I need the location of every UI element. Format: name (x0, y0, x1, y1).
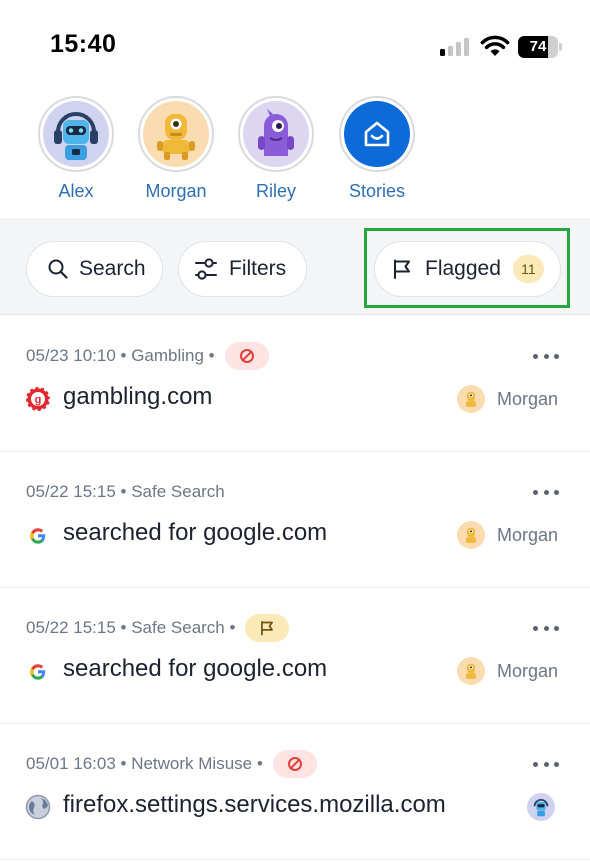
activity-meta: 05/22 15:15 • Safe Search (26, 478, 225, 506)
activity-title: searched for google.com (63, 655, 328, 682)
yellow-one-eyed-robot-avatar (457, 385, 485, 413)
flagged-highlight-box (364, 228, 570, 308)
flagged-badge (245, 614, 290, 642)
activity-user: Morgan (457, 657, 558, 685)
house-smile-icon (344, 101, 410, 167)
yellow-one-eyed-robot-avatar (457, 657, 485, 685)
more-options-icon[interactable] (528, 480, 564, 504)
gambling-chip-icon: g (25, 386, 51, 412)
activity-meta-text: 05/23 10:10 • Gambling • (26, 346, 215, 365)
activity-user-name: Morgan (497, 524, 559, 545)
filters-button[interactable]: Filters (178, 241, 307, 297)
blue-robot-headphones-avatar (527, 793, 555, 821)
battery-percent: 74 (529, 38, 547, 55)
sliders-icon (195, 258, 217, 280)
activity-title: searched for google.com (63, 519, 328, 546)
activity-user-name: Morgan (497, 660, 559, 681)
wifi-icon (480, 35, 510, 56)
profile-name: Alex (58, 181, 94, 201)
profile-row: Alex Morgan Riley Stories (0, 92, 590, 218)
cellular-signal-icon (440, 38, 474, 56)
more-options-icon[interactable] (528, 752, 564, 776)
globe-icon (25, 794, 51, 820)
purple-monster-avatar (243, 101, 309, 167)
yellow-one-eyed-robot-avatar (457, 521, 485, 549)
activity-title: gambling.com (63, 383, 213, 410)
activity-user: Morgan (457, 385, 558, 413)
search-button[interactable]: Search (26, 241, 163, 297)
profile-riley[interactable]: Riley (231, 96, 321, 202)
activity-meta: 05/22 15:15 • Safe Search • (26, 614, 290, 642)
profile-alex[interactable]: Alex (31, 96, 121, 202)
activity-meta-text: 05/22 15:15 • Safe Search • (26, 618, 236, 637)
activity-meta: 05/23 10:10 • Gambling • (26, 342, 269, 370)
profile-name: Morgan (145, 181, 207, 201)
search-icon (48, 259, 68, 279)
more-options-icon[interactable] (528, 344, 564, 368)
activity-meta-text: 05/22 15:15 • Safe Search (26, 482, 225, 501)
profile-name: Stories (348, 181, 406, 201)
profile-morgan[interactable]: Morgan (131, 96, 221, 202)
status-bar: 15:40 74 (0, 0, 590, 92)
activity-user: Morgan (457, 521, 558, 549)
activity-meta: 05/01 16:03 • Network Misuse • (26, 750, 317, 778)
profile-stories[interactable]: Stories (332, 96, 422, 202)
activity-user-name: Morgan (497, 388, 559, 409)
yellow-one-eyed-robot-avatar (143, 101, 209, 167)
activity-item[interactable]: 05/23 10:10 • Gambling • g gambling.com … (0, 316, 590, 452)
activity-item[interactable]: 05/22 15:15 • Safe Search searched for g… (0, 452, 590, 588)
search-label: Search (79, 257, 146, 280)
blocked-badge (224, 342, 269, 370)
filters-label: Filters (229, 257, 287, 280)
activity-item[interactable]: 05/22 15:15 • Safe Search • searched for… (0, 588, 590, 724)
action-bar: Search Filters Flagged 11 (0, 219, 590, 315)
profile-name: Riley (255, 181, 296, 201)
google-icon (30, 528, 46, 544)
flag-icon (261, 620, 274, 636)
google-icon (30, 664, 46, 680)
blocked-badge (272, 750, 317, 778)
more-options-icon[interactable] (528, 616, 564, 640)
activity-title: firefox.settings.services.mozilla.com (63, 791, 446, 818)
blue-robot-headphones-avatar (43, 101, 109, 167)
activity-item[interactable]: 05/01 16:03 • Network Misuse • firefox.s… (0, 724, 590, 860)
battery-icon: 74 (518, 36, 562, 58)
activity-meta-text: 05/01 16:03 • Network Misuse • (26, 754, 263, 773)
svg-text:g: g (35, 394, 42, 406)
blocked-icon (287, 757, 302, 771)
status-time: 15:40 (50, 30, 117, 58)
blocked-icon (239, 349, 254, 363)
